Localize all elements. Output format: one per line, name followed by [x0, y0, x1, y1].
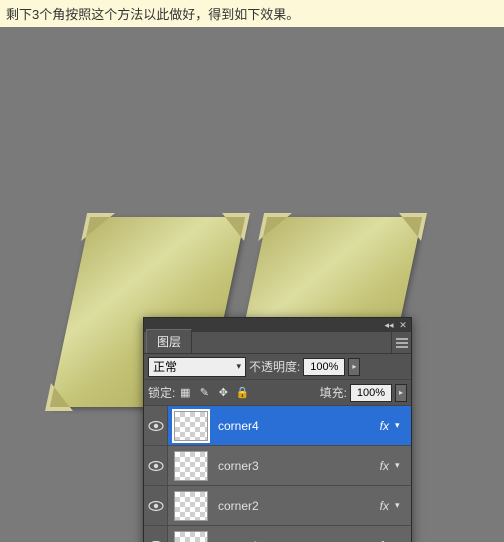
lock-label: 锁定:: [148, 384, 175, 401]
lock-position-icon[interactable]: ✥: [216, 386, 230, 400]
eye-icon: [148, 460, 164, 472]
layer-row[interactable]: corner1fx▾: [144, 526, 411, 542]
caption-bar: 剩下3个角按照这个方法以此做好，得到如下效果。: [0, 0, 504, 27]
panel-tabs: 图层: [144, 332, 411, 354]
blend-opacity-row: 正常 ▾ 不透明度: 100% ▸: [144, 354, 411, 380]
lock-all-icon[interactable]: 🔒: [235, 386, 249, 400]
layer-thumbnail[interactable]: [174, 451, 208, 481]
layers-panel: ◂◂ ✕ 图层 正常 ▾ 不透明度: 100% ▸ 锁定:: [143, 317, 412, 542]
canvas-area: ◂◂ ✕ 图层 正常 ▾ 不透明度: 100% ▸ 锁定:: [0, 27, 504, 542]
close-icon[interactable]: ✕: [398, 320, 408, 330]
lock-pixels-icon[interactable]: ✎: [197, 386, 211, 400]
eye-icon: [148, 500, 164, 512]
lock-transparency-icon[interactable]: ▦: [178, 386, 192, 400]
opacity-flyout-button[interactable]: ▸: [348, 358, 360, 376]
paper-corner-icon: [258, 213, 292, 241]
layer-row[interactable]: corner3 fx ▾: [144, 446, 411, 486]
menu-icon: [396, 338, 408, 348]
layer-row[interactable]: corner4 fx ▾: [144, 406, 411, 446]
chevron-down-icon: ▾: [236, 361, 241, 372]
layer-name: corner4: [218, 419, 259, 433]
blend-mode-select[interactable]: 正常 ▾: [148, 357, 246, 377]
visibility-toggle[interactable]: [144, 526, 168, 542]
visibility-toggle[interactable]: [144, 446, 168, 485]
lock-icons-group: ▦ ✎ ✥ 🔒: [178, 386, 249, 400]
tab-label: 图层: [157, 335, 181, 349]
layer-name: corner2: [218, 499, 259, 513]
layer-name: corner1: [218, 539, 259, 542]
opacity-value: 100%: [310, 361, 338, 373]
caption-text: 剩下3个角按照这个方法以此做好，得到如下效果。: [6, 7, 299, 22]
paper-corner-icon: [81, 213, 115, 241]
layer-name: corner3: [218, 459, 259, 473]
tab-layers[interactable]: 图层: [146, 329, 192, 353]
fx-badge[interactable]: fx: [380, 419, 389, 433]
chevron-down-icon[interactable]: ▾: [395, 500, 407, 511]
fx-badge[interactable]: fx: [380, 499, 389, 513]
paper-corner-icon: [216, 213, 250, 241]
collapse-icon[interactable]: ◂◂: [384, 320, 394, 330]
opacity-input[interactable]: 100%: [303, 358, 345, 376]
layers-list: corner4fx▾corner3fx▾corner2fx▾corner1fx▾: [144, 406, 411, 542]
lock-fill-row: 锁定: ▦ ✎ ✥ 🔒 填充: 100% ▸: [144, 380, 411, 406]
blend-mode-value: 正常: [153, 358, 177, 375]
fill-value: 100%: [357, 387, 385, 399]
fx-badge[interactable]: fx: [380, 539, 389, 542]
opacity-label: 不透明度:: [249, 358, 300, 375]
visibility-toggle[interactable]: [144, 406, 168, 445]
visibility-toggle[interactable]: [144, 486, 168, 525]
layer-thumbnail[interactable]: [174, 491, 208, 521]
chevron-right-icon: ▸: [399, 388, 403, 397]
fill-input[interactable]: 100%: [350, 384, 392, 402]
chevron-right-icon: ▸: [352, 362, 356, 371]
paper-corner-icon: [393, 213, 427, 241]
chevron-down-icon[interactable]: ▾: [395, 460, 407, 471]
fill-label: 填充:: [320, 384, 347, 401]
layer-thumbnail[interactable]: [174, 531, 208, 542]
eye-icon: [148, 420, 164, 432]
layer-thumbnail[interactable]: [174, 411, 208, 441]
fill-flyout-button[interactable]: ▸: [395, 384, 407, 402]
layer-row[interactable]: corner2 fx ▾: [144, 486, 411, 526]
paper-corner-icon: [45, 383, 79, 411]
fx-badge[interactable]: fx: [380, 459, 389, 473]
panel-menu-button[interactable]: [391, 332, 411, 353]
chevron-down-icon[interactable]: ▾: [395, 420, 407, 431]
